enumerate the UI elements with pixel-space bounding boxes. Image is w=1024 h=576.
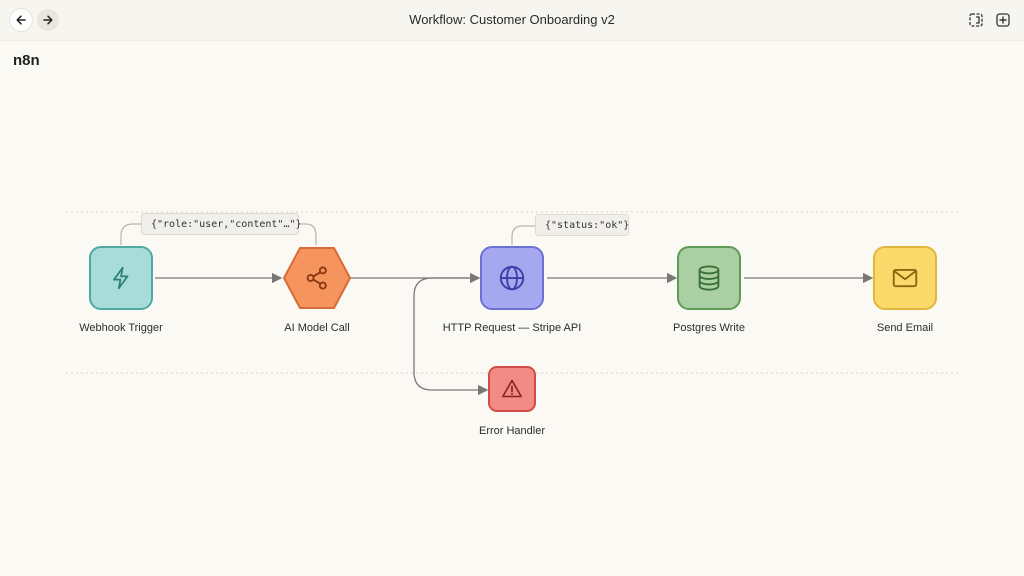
node-label-http-request: HTTP Request — Stripe API bbox=[442, 322, 582, 334]
payload-preview-http[interactable]: {"status:"ok"} bbox=[535, 214, 629, 236]
share-icon bbox=[306, 266, 327, 290]
node-label-postgres-write: Postgres Write bbox=[673, 322, 745, 334]
node-http-request[interactable] bbox=[480, 246, 544, 310]
node-label-ai-model-call: AI Model Call bbox=[284, 322, 350, 334]
database-icon bbox=[698, 265, 720, 291]
lightning-icon bbox=[113, 266, 129, 290]
payload-tether-http bbox=[511, 225, 535, 245]
node-label-error-handler: Error Handler bbox=[478, 425, 546, 437]
globe-icon bbox=[499, 265, 525, 291]
node-postgres-write[interactable] bbox=[677, 246, 741, 310]
node-label-send-email: Send Email bbox=[876, 322, 934, 334]
payload-preview-ai[interactable]: {"role:"user,"content"…"} bbox=[141, 213, 302, 235]
node-ai-model-call[interactable] bbox=[282, 246, 351, 310]
node-error-handler[interactable] bbox=[488, 366, 536, 412]
node-label-webhook-trigger: Webhook Trigger bbox=[79, 322, 163, 334]
node-send-email[interactable] bbox=[873, 246, 937, 310]
mail-icon bbox=[892, 268, 918, 288]
node-webhook-trigger[interactable] bbox=[89, 246, 153, 310]
warning-icon bbox=[502, 379, 522, 398]
